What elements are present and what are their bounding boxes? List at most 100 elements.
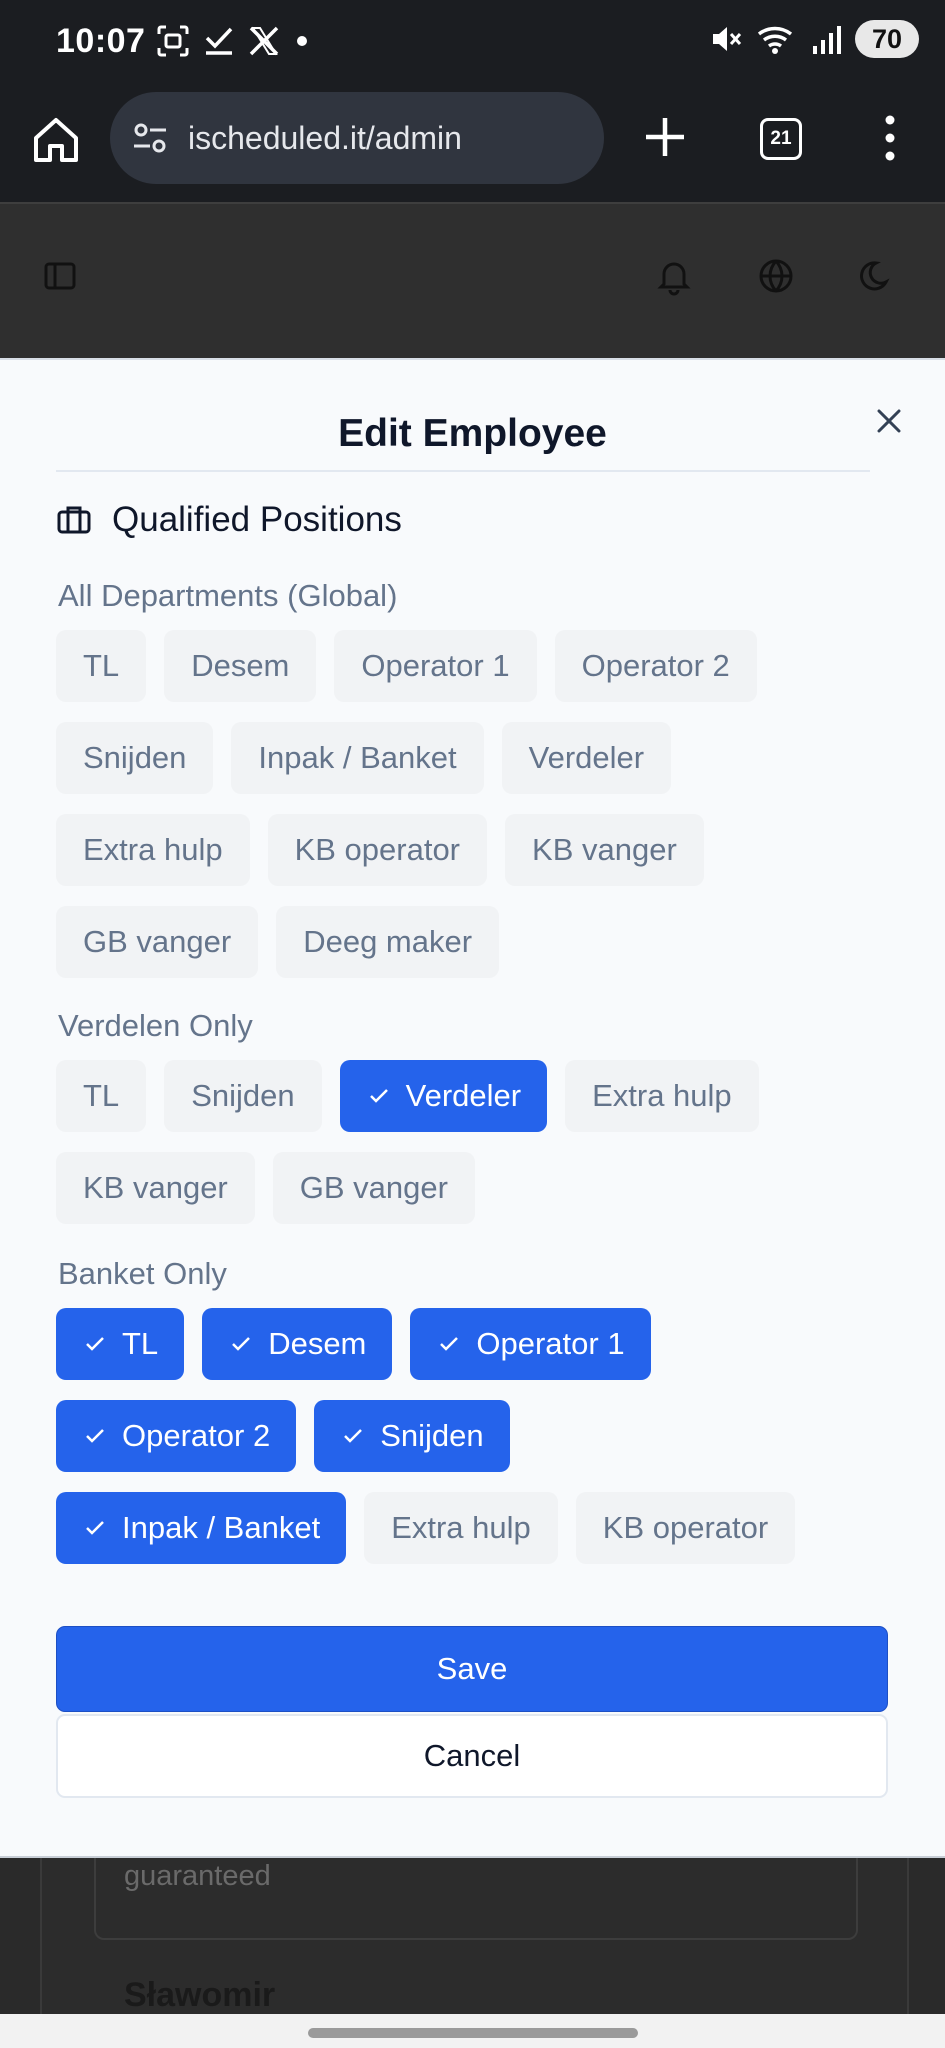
x-logo-icon: [249, 26, 279, 56]
chip-row: Extra hulp KB operator KB vanger: [56, 814, 704, 886]
cancel-button[interactable]: Cancel: [56, 1714, 888, 1798]
chip-label: Snijden: [380, 1418, 484, 1453]
home-indicator[interactable]: [308, 2028, 638, 2038]
chip-row: TL Snijden Verdeler Extra hulp: [56, 1060, 759, 1132]
position-chip[interactable]: Snijden: [314, 1400, 510, 1472]
chip-label: KB operator: [602, 1510, 769, 1545]
modal-title: Edit Employee: [338, 412, 607, 455]
home-icon[interactable]: [30, 114, 82, 166]
close-icon[interactable]: [872, 404, 906, 438]
position-chip[interactable]: Inpak / Banket: [56, 1492, 347, 1564]
status-right: 70: [709, 20, 919, 58]
globe-icon[interactable]: [756, 256, 796, 296]
tab-switcher-button[interactable]: 21: [760, 118, 802, 160]
check-icon: [205, 27, 233, 55]
battery-indicator: 70: [855, 20, 919, 58]
chip-row: Snijden Inpak / Banket Verdeler: [56, 722, 672, 794]
chip-label: KB vanger: [532, 832, 677, 867]
position-chip[interactable]: TL: [56, 630, 147, 702]
gesture-bar: [0, 2014, 945, 2048]
check-icon: [440, 1337, 459, 1351]
position-chip[interactable]: GB vanger: [272, 1152, 475, 1224]
chip-label: Snijden: [191, 1078, 295, 1113]
status-time: 10:07: [56, 22, 146, 60]
check-icon: [86, 1429, 104, 1443]
position-chip[interactable]: Operator 2: [56, 1400, 297, 1472]
screenshot-icon: [157, 25, 189, 57]
position-chip[interactable]: Operator 1: [410, 1308, 651, 1380]
title-divider: [56, 470, 870, 472]
section-title: Qualified Positions: [112, 500, 402, 539]
position-chip[interactable]: KB vanger: [56, 1152, 255, 1224]
site-settings-icon[interactable]: [132, 120, 168, 156]
position-chip[interactable]: TL: [56, 1308, 185, 1380]
position-chip[interactable]: KB vanger: [505, 814, 704, 886]
chip-label: KB vanger: [83, 1170, 228, 1205]
position-chip[interactable]: KB operator: [267, 814, 488, 886]
background-employee-list: guaranteed Sławomir: [0, 1854, 945, 2048]
sidebar-toggle-icon[interactable]: [40, 256, 80, 296]
chip-label: Operator 2: [122, 1418, 271, 1453]
app-header: [0, 202, 945, 360]
position-chip[interactable]: Desem: [164, 630, 317, 702]
chip-label: Desem: [268, 1326, 367, 1361]
moon-icon[interactable]: [856, 256, 896, 296]
url-text[interactable]: ischeduled.it/admin: [188, 120, 462, 157]
check-icon: [232, 1337, 251, 1351]
position-chip[interactable]: GB vanger: [56, 906, 259, 978]
position-chip[interactable]: Snijden: [56, 722, 214, 794]
chip-label: Inpak / Banket: [122, 1510, 321, 1545]
dot-icon: [297, 36, 307, 46]
new-tab-icon[interactable]: [640, 112, 690, 162]
group-label-verdelen-only: Verdelen Only: [58, 1008, 253, 1043]
check-icon: [86, 1337, 104, 1351]
chip-label: Extra hulp: [83, 832, 223, 867]
background-guaranteed-text: guaranteed: [124, 1860, 271, 1892]
chip-row: GB vanger Deeg maker: [56, 906, 500, 978]
chip-row: Inpak / Banket Extra hulp KB operator: [56, 1492, 796, 1564]
chip-label: Operator 1: [361, 648, 510, 683]
chip-row: Operator 2 Snijden: [56, 1400, 510, 1472]
chip-label: Snijden: [83, 740, 187, 775]
position-chip[interactable]: Extra hulp: [364, 1492, 558, 1564]
check-icon: [86, 1521, 104, 1535]
chip-label: Desem: [191, 648, 290, 683]
chip-label: Extra hulp: [391, 1510, 531, 1545]
position-chip[interactable]: Deeg maker: [276, 906, 500, 978]
check-icon: [369, 1089, 388, 1103]
chip-label: KB operator: [294, 832, 461, 867]
position-chip[interactable]: Verdeler: [501, 722, 672, 794]
position-chip[interactable]: TL: [56, 1060, 147, 1132]
chip-label: TL: [83, 648, 120, 683]
chip-row: TL Desem Operator 1: [56, 1308, 651, 1380]
chip-label: GB vanger: [83, 924, 232, 959]
browser-toolbar: ischeduled.it/admin 21: [0, 88, 945, 202]
bell-icon[interactable]: [654, 256, 694, 296]
check-icon: [344, 1429, 363, 1443]
position-chip[interactable]: Extra hulp: [56, 814, 250, 886]
background-employee-name: Sławomir: [124, 1976, 276, 2014]
position-chip[interactable]: Extra hulp: [565, 1060, 759, 1132]
chip-label: Operator 2: [581, 648, 730, 683]
url-bar[interactable]: ischeduled.it/admin: [110, 92, 604, 184]
wifi-icon: [757, 26, 793, 54]
chip-row: KB vanger GB vanger: [56, 1152, 475, 1224]
position-chip[interactable]: Verdeler: [339, 1060, 548, 1132]
position-chip[interactable]: Inpak / Banket: [231, 722, 484, 794]
position-chip[interactable]: Snijden: [164, 1060, 322, 1132]
signal-icon: [813, 26, 841, 54]
more-menu-icon[interactable]: [872, 112, 908, 164]
chip-label: Extra hulp: [592, 1078, 732, 1113]
position-chip[interactable]: KB operator: [575, 1492, 796, 1564]
mute-icon: [713, 27, 742, 51]
position-chip[interactable]: Operator 2: [554, 630, 757, 702]
position-chip[interactable]: Desem: [202, 1308, 393, 1380]
chip-label: Operator 1: [476, 1326, 625, 1361]
status-bar: 10:07 70: [0, 0, 945, 88]
group-label-all-departments: All Departments (Global): [58, 578, 398, 613]
save-button[interactable]: Save: [56, 1626, 888, 1712]
position-chip[interactable]: Operator 1: [334, 630, 537, 702]
edit-employee-modal: Edit Employee Qualified Positions All De…: [0, 358, 945, 1858]
chip-label: Deeg maker: [303, 924, 473, 959]
chip-row: TL Desem Operator 1 Operator 2: [56, 630, 757, 702]
